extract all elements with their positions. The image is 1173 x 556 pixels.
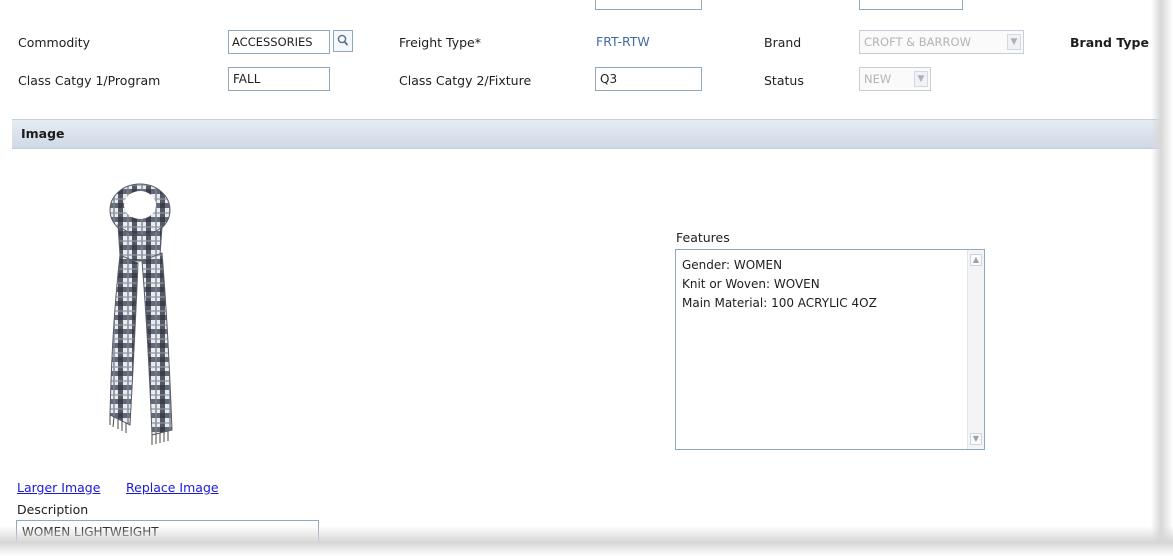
larger-image-link[interactable]: Larger Image <box>17 480 100 495</box>
search-icon <box>337 34 349 46</box>
feature-line: Knit or Woven: WOVEN <box>682 277 820 291</box>
feature-line: Gender: WOMEN <box>682 258 783 272</box>
features-label: Features <box>676 230 730 245</box>
features-textarea[interactable]: Gender: WOMEN Knit or Woven: WOVEN Main … <box>675 249 985 450</box>
scroll-up-icon[interactable]: ▲ <box>970 254 982 266</box>
cutoff-field-subclass[interactable] <box>859 0 963 10</box>
class-catgy-1-field[interactable]: FALL <box>228 67 330 91</box>
scroll-down-icon[interactable]: ▼ <box>970 433 982 445</box>
dropdown-arrow-icon: ▼ <box>914 71 928 87</box>
status-select-value: NEW <box>864 72 892 86</box>
class-catgy-2-label: Class Catgy 2/Fixture <box>399 73 532 88</box>
freight-type-value: FRT-RTW <box>596 34 650 49</box>
product-image <box>109 183 173 445</box>
commodity-label: Commodity <box>18 35 91 50</box>
torn-edge-right <box>1151 0 1173 556</box>
image-section-title: Image <box>21 126 65 141</box>
brand-label: Brand <box>764 35 802 50</box>
feature-line: Main Material: 100 ACRYLIC 4OZ <box>682 296 877 310</box>
dropdown-arrow-icon: ▼ <box>1007 34 1021 50</box>
description-label: Description <box>17 502 89 517</box>
features-scrollbar[interactable]: ▲ ▼ <box>967 250 984 449</box>
status-select[interactable]: NEW ▼ <box>859 67 931 91</box>
brand-type-label: Brand Type <box>1070 35 1149 50</box>
commodity-lookup-button[interactable] <box>333 30 353 52</box>
commodity-field[interactable]: ACCESSORIES <box>228 30 330 54</box>
cutoff-field-class[interactable] <box>595 0 702 10</box>
brand-select-value: CROFT & BARROW <box>864 35 971 49</box>
freight-type-label: Freight Type* <box>399 35 482 50</box>
class-catgy-1-label: Class Catgy 1/Program <box>18 73 161 88</box>
top-row-cutoff <box>0 0 1173 12</box>
brand-select[interactable]: CROFT & BARROW ▼ <box>859 30 1024 54</box>
image-section-header: Image <box>12 119 1162 149</box>
class-catgy-2-field[interactable]: Q3 <box>595 67 702 91</box>
status-label: Status <box>764 73 804 88</box>
replace-image-link[interactable]: Replace Image <box>126 480 219 495</box>
torn-edge-bottom <box>0 526 1173 556</box>
